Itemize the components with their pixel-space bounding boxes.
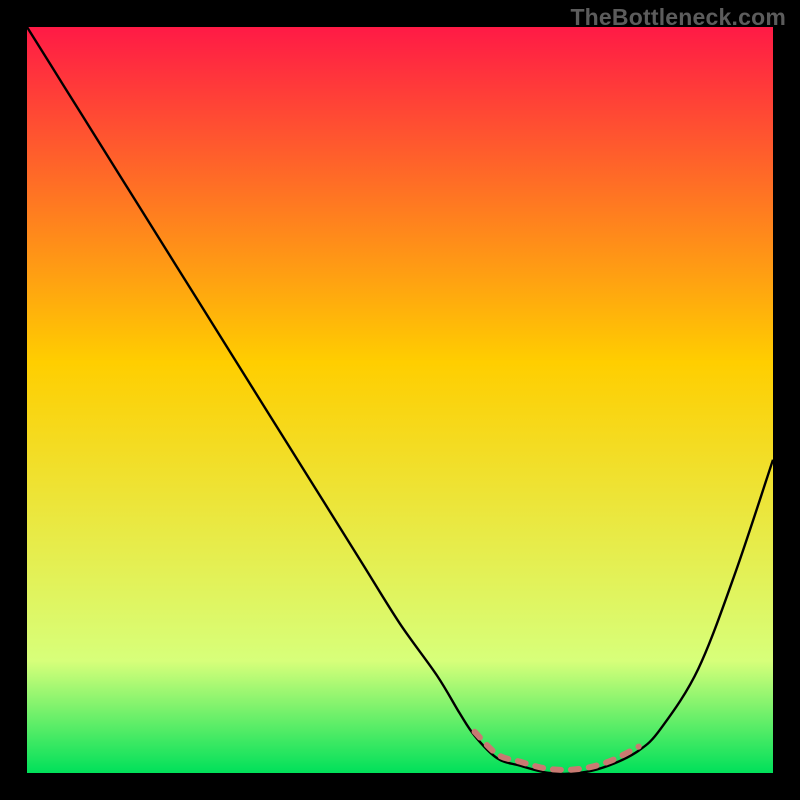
chart-plot-area xyxy=(27,27,773,773)
chart-svg xyxy=(27,27,773,773)
chart-frame: TheBottleneck.com xyxy=(0,0,800,800)
chart-gradient-background xyxy=(27,27,773,773)
